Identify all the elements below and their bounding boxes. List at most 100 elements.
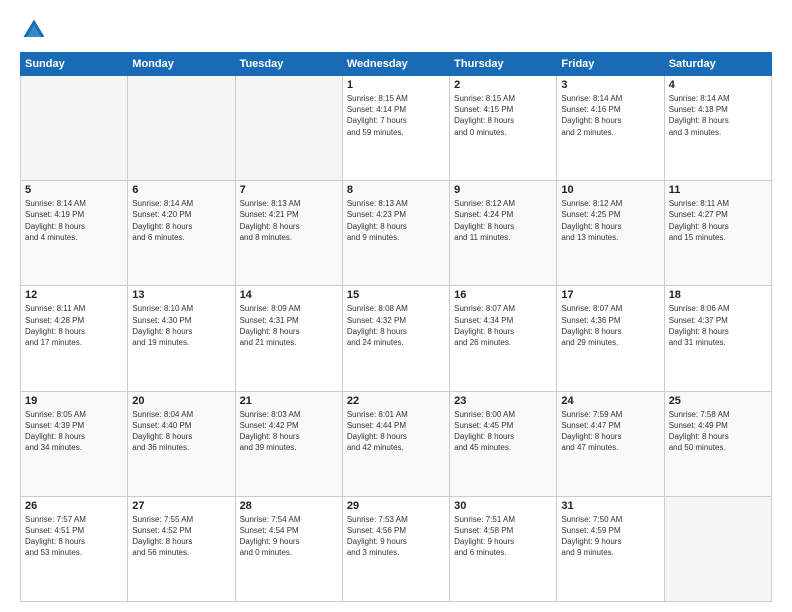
calendar-day-cell: 19 Sunrise: 8:05 AM Sunset: 4:39 PM Dayli… <box>21 391 128 496</box>
day-number: 30 <box>454 500 552 512</box>
day-info: Sunrise: 7:51 AM Sunset: 4:58 PM Dayligh… <box>454 514 552 559</box>
day-info: Sunrise: 8:12 AM Sunset: 4:25 PM Dayligh… <box>561 198 659 243</box>
day-number: 29 <box>347 500 445 512</box>
calendar-day-cell: 15 Sunrise: 8:08 AM Sunset: 4:32 PM Dayli… <box>342 286 449 391</box>
calendar-day-cell: 2 Sunrise: 8:15 AM Sunset: 4:15 PM Daylig… <box>450 76 557 181</box>
logo <box>20 16 52 44</box>
day-number: 13 <box>132 289 230 301</box>
day-number: 11 <box>669 184 767 196</box>
calendar-week-row: 26Sunrise: 7:57 AM Sunset: 4:51 PM Dayli… <box>21 496 772 601</box>
day-info: Sunrise: 7:57 AM Sunset: 4:51 PM Dayligh… <box>25 514 123 559</box>
calendar-week-row: 19 Sunrise: 8:05 AM Sunset: 4:39 PM Dayli… <box>21 391 772 496</box>
day-info: Sunrise: 8:05 AM Sunset: 4:39 PM Dayligh… <box>25 409 123 454</box>
day-of-week-header: Tuesday <box>235 53 342 76</box>
day-number: 27 <box>132 500 230 512</box>
day-info: Sunrise: 8:13 AM Sunset: 4:23 PM Dayligh… <box>347 198 445 243</box>
day-info: Sunrise: 8:11 AM Sunset: 4:28 PM Dayligh… <box>25 303 123 348</box>
day-number: 2 <box>454 79 552 91</box>
day-number: 20 <box>132 395 230 407</box>
day-info: Sunrise: 8:14 AM Sunset: 4:19 PM Dayligh… <box>25 198 123 243</box>
calendar-day-cell: 31Sunrise: 7:50 AM Sunset: 4:59 PM Dayli… <box>557 496 664 601</box>
calendar-day-cell: 26Sunrise: 7:57 AM Sunset: 4:51 PM Dayli… <box>21 496 128 601</box>
day-number: 16 <box>454 289 552 301</box>
day-number: 23 <box>454 395 552 407</box>
calendar-day-cell <box>235 76 342 181</box>
day-info: Sunrise: 7:58 AM Sunset: 4:49 PM Dayligh… <box>669 409 767 454</box>
day-info: Sunrise: 8:03 AM Sunset: 4:42 PM Dayligh… <box>240 409 338 454</box>
day-number: 31 <box>561 500 659 512</box>
day-info: Sunrise: 8:12 AM Sunset: 4:24 PM Dayligh… <box>454 198 552 243</box>
day-info: Sunrise: 8:07 AM Sunset: 4:36 PM Dayligh… <box>561 303 659 348</box>
day-number: 17 <box>561 289 659 301</box>
calendar-table: SundayMondayTuesdayWednesdayThursdayFrid… <box>20 52 772 602</box>
calendar-day-cell: 25 Sunrise: 7:58 AM Sunset: 4:49 PM Dayli… <box>664 391 771 496</box>
day-info: Sunrise: 7:55 AM Sunset: 4:52 PM Dayligh… <box>132 514 230 559</box>
calendar-day-cell: 5 Sunrise: 8:14 AM Sunset: 4:19 PM Daylig… <box>21 181 128 286</box>
calendar-day-cell: 30 Sunrise: 7:51 AM Sunset: 4:58 PM Dayli… <box>450 496 557 601</box>
calendar-day-cell: 10Sunrise: 8:12 AM Sunset: 4:25 PM Dayli… <box>557 181 664 286</box>
day-info: Sunrise: 8:14 AM Sunset: 4:18 PM Dayligh… <box>669 93 767 138</box>
day-info: Sunrise: 7:59 AM Sunset: 4:47 PM Dayligh… <box>561 409 659 454</box>
day-number: 19 <box>25 395 123 407</box>
calendar-day-cell <box>664 496 771 601</box>
day-number: 4 <box>669 79 767 91</box>
logo-icon <box>20 16 48 44</box>
page: SundayMondayTuesdayWednesdayThursdayFrid… <box>0 0 792 612</box>
day-number: 5 <box>25 184 123 196</box>
calendar-day-cell: 28Sunrise: 7:54 AM Sunset: 4:54 PM Dayli… <box>235 496 342 601</box>
day-of-week-header: Wednesday <box>342 53 449 76</box>
day-number: 14 <box>240 289 338 301</box>
day-number: 12 <box>25 289 123 301</box>
day-info: Sunrise: 7:53 AM Sunset: 4:56 PM Dayligh… <box>347 514 445 559</box>
calendar-day-cell: 1 Sunrise: 8:15 AM Sunset: 4:14 PM Daylig… <box>342 76 449 181</box>
calendar-day-cell: 4 Sunrise: 8:14 AM Sunset: 4:18 PM Daylig… <box>664 76 771 181</box>
calendar-day-cell: 7Sunrise: 8:13 AM Sunset: 4:21 PM Daylig… <box>235 181 342 286</box>
calendar-day-cell: 20 Sunrise: 8:04 AM Sunset: 4:40 PM Dayli… <box>128 391 235 496</box>
calendar-day-cell: 18Sunrise: 8:06 AM Sunset: 4:37 PM Dayli… <box>664 286 771 391</box>
day-number: 1 <box>347 79 445 91</box>
day-info: Sunrise: 8:10 AM Sunset: 4:30 PM Dayligh… <box>132 303 230 348</box>
day-info: Sunrise: 8:11 AM Sunset: 4:27 PM Dayligh… <box>669 198 767 243</box>
day-number: 25 <box>669 395 767 407</box>
day-info: Sunrise: 8:08 AM Sunset: 4:32 PM Dayligh… <box>347 303 445 348</box>
day-number: 22 <box>347 395 445 407</box>
day-of-week-header: Sunday <box>21 53 128 76</box>
calendar-day-cell: 9 Sunrise: 8:12 AM Sunset: 4:24 PM Daylig… <box>450 181 557 286</box>
calendar-week-row: 5 Sunrise: 8:14 AM Sunset: 4:19 PM Daylig… <box>21 181 772 286</box>
calendar-day-cell: 17 Sunrise: 8:07 AM Sunset: 4:36 PM Dayli… <box>557 286 664 391</box>
day-info: Sunrise: 8:04 AM Sunset: 4:40 PM Dayligh… <box>132 409 230 454</box>
calendar-week-row: 12 Sunrise: 8:11 AM Sunset: 4:28 PM Dayli… <box>21 286 772 391</box>
day-info: Sunrise: 8:15 AM Sunset: 4:14 PM Dayligh… <box>347 93 445 138</box>
day-info: Sunrise: 8:06 AM Sunset: 4:37 PM Dayligh… <box>669 303 767 348</box>
day-number: 21 <box>240 395 338 407</box>
calendar-day-cell: 29 Sunrise: 7:53 AM Sunset: 4:56 PM Dayli… <box>342 496 449 601</box>
day-number: 7 <box>240 184 338 196</box>
header <box>20 16 772 44</box>
day-info: Sunrise: 8:07 AM Sunset: 4:34 PM Dayligh… <box>454 303 552 348</box>
calendar-day-cell: 6 Sunrise: 8:14 AM Sunset: 4:20 PM Daylig… <box>128 181 235 286</box>
day-info: Sunrise: 8:09 AM Sunset: 4:31 PM Dayligh… <box>240 303 338 348</box>
day-number: 6 <box>132 184 230 196</box>
day-info: Sunrise: 8:14 AM Sunset: 4:16 PM Dayligh… <box>561 93 659 138</box>
day-info: Sunrise: 8:14 AM Sunset: 4:20 PM Dayligh… <box>132 198 230 243</box>
calendar-day-cell: 27 Sunrise: 7:55 AM Sunset: 4:52 PM Dayli… <box>128 496 235 601</box>
day-info: Sunrise: 7:54 AM Sunset: 4:54 PM Dayligh… <box>240 514 338 559</box>
day-number: 3 <box>561 79 659 91</box>
calendar-header-row: SundayMondayTuesdayWednesdayThursdayFrid… <box>21 53 772 76</box>
calendar-day-cell: 8Sunrise: 8:13 AM Sunset: 4:23 PM Daylig… <box>342 181 449 286</box>
calendar-day-cell <box>128 76 235 181</box>
calendar-day-cell: 14 Sunrise: 8:09 AM Sunset: 4:31 PM Dayli… <box>235 286 342 391</box>
calendar-day-cell: 12 Sunrise: 8:11 AM Sunset: 4:28 PM Dayli… <box>21 286 128 391</box>
calendar-day-cell: 3 Sunrise: 8:14 AM Sunset: 4:16 PM Daylig… <box>557 76 664 181</box>
day-number: 9 <box>454 184 552 196</box>
calendar-day-cell: 11 Sunrise: 8:11 AM Sunset: 4:27 PM Dayli… <box>664 181 771 286</box>
day-of-week-header: Friday <box>557 53 664 76</box>
day-info: Sunrise: 8:15 AM Sunset: 4:15 PM Dayligh… <box>454 93 552 138</box>
day-number: 15 <box>347 289 445 301</box>
calendar-day-cell: 24 Sunrise: 7:59 AM Sunset: 4:47 PM Dayli… <box>557 391 664 496</box>
calendar-day-cell: 21 Sunrise: 8:03 AM Sunset: 4:42 PM Dayli… <box>235 391 342 496</box>
day-number: 24 <box>561 395 659 407</box>
calendar-day-cell: 13 Sunrise: 8:10 AM Sunset: 4:30 PM Dayli… <box>128 286 235 391</box>
day-of-week-header: Saturday <box>664 53 771 76</box>
calendar-day-cell: 16 Sunrise: 8:07 AM Sunset: 4:34 PM Dayli… <box>450 286 557 391</box>
